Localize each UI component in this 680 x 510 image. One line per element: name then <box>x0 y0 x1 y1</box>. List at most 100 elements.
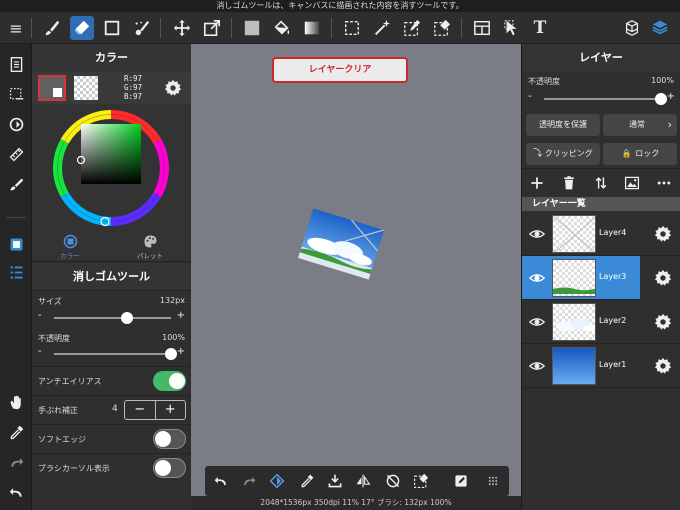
color-swatch-row: R:97 G:97 B:97 <box>32 72 191 104</box>
transparent-color-swatch[interactable] <box>74 76 98 100</box>
clear-selection-icon[interactable] <box>411 471 431 491</box>
selection-icon[interactable] <box>340 16 364 40</box>
visibility-eye-icon[interactable] <box>528 314 546 330</box>
color-wheel[interactable] <box>32 104 191 232</box>
more-options-icon[interactable] <box>655 174 673 192</box>
brush-cursor-toggle[interactable] <box>153 458 186 478</box>
add-image-icon[interactable] <box>623 174 641 192</box>
edit-icon[interactable] <box>451 471 471 491</box>
move-icon[interactable] <box>170 16 194 40</box>
canvas-area[interactable]: レイヤークリア 2048*1536px 350dpi 11% 17° ブラシ: … <box>191 44 521 510</box>
blend-mode-button[interactable]: 通常 › <box>603 114 677 136</box>
visibility-eye-icon[interactable] <box>528 358 546 374</box>
stabilizer-increase-button[interactable]: + <box>156 401 186 419</box>
canvas-artwork[interactable] <box>298 208 384 280</box>
size-increase-button[interactable]: + <box>177 310 185 321</box>
flip-horizontal-icon[interactable] <box>353 471 373 491</box>
tab-palette[interactable]: パレット <box>120 234 180 260</box>
tab-color-label: カラー <box>60 252 80 260</box>
reorder-layer-icon[interactable] <box>592 174 610 192</box>
antialias-toggle[interactable] <box>153 371 186 391</box>
redo-icon[interactable] <box>239 471 259 491</box>
layers-icon[interactable] <box>648 16 672 40</box>
add-layer-icon[interactable] <box>528 174 546 192</box>
layer-opacity-slider[interactable]: - + <box>528 91 675 105</box>
antialias-row: アンチエイリアス <box>32 366 191 395</box>
tool-properties-icon[interactable] <box>4 260 28 284</box>
save-icon[interactable] <box>325 471 345 491</box>
operation-icon[interactable] <box>500 16 524 40</box>
lock-button[interactable]: 🔒 ロック <box>603 143 677 165</box>
rotate-icon[interactable] <box>4 112 28 136</box>
undo-icon[interactable] <box>211 471 231 491</box>
gradient-icon[interactable] <box>300 16 324 40</box>
eraser-mode-icon[interactable] <box>267 471 287 491</box>
opacity-increase-button[interactable]: + <box>177 346 185 357</box>
stabilizer-value: 4 <box>112 404 118 414</box>
visibility-eye-icon[interactable] <box>528 226 546 242</box>
ruler-icon[interactable] <box>4 142 28 166</box>
color-tabs: カラー パレット <box>32 232 191 262</box>
layer-actions-bar <box>522 168 680 196</box>
layer-settings-gear-icon[interactable] <box>654 357 672 375</box>
layer-opacity-track <box>544 98 661 100</box>
color-wheel-area <box>32 104 191 232</box>
menu-icon[interactable]: ≡ <box>4 16 28 40</box>
layer-row-layer1[interactable]: Layer1 <box>522 344 680 388</box>
layer-clear-button[interactable]: レイヤークリア <box>272 57 408 83</box>
fill-color-icon[interactable] <box>240 16 264 40</box>
redo-icon[interactable] <box>4 450 28 474</box>
select-pen-icon[interactable] <box>400 16 424 40</box>
delete-layer-icon[interactable] <box>560 174 578 192</box>
lock-icon: 🔒 <box>621 149 632 158</box>
visibility-eye-icon[interactable] <box>528 270 546 286</box>
layer-opacity-value: 100% <box>651 76 674 85</box>
more-grid-icon[interactable] <box>483 471 503 491</box>
protect-alpha-button[interactable]: 透明度を保護 <box>526 114 600 136</box>
bucket-icon[interactable] <box>270 16 294 40</box>
layer-thumbnail <box>552 259 596 297</box>
eyedropper-icon[interactable] <box>4 420 28 444</box>
document-icon[interactable] <box>4 52 28 76</box>
eyedropper-icon[interactable] <box>297 471 317 491</box>
select-eraser-icon[interactable] <box>430 16 454 40</box>
rectangle-icon[interactable] <box>100 16 124 40</box>
material-icon[interactable] <box>620 16 644 40</box>
rotate-reset-icon[interactable] <box>383 471 403 491</box>
text-icon[interactable]: T <box>528 16 552 40</box>
magic-brush-icon[interactable] <box>130 16 154 40</box>
main-color-swatch[interactable] <box>38 75 66 101</box>
layer-name: Layer1 <box>599 360 627 369</box>
selection-list-icon[interactable] <box>4 82 28 106</box>
transform-icon[interactable] <box>200 16 224 40</box>
layer-settings-gear-icon[interactable] <box>654 225 672 243</box>
opacity-decrease-button[interactable]: - <box>38 346 42 357</box>
color-panel-icon[interactable] <box>4 232 28 256</box>
eraser-icon[interactable] <box>70 16 94 40</box>
opacity-slider-knob[interactable] <box>165 348 177 360</box>
soft-edge-toggle[interactable] <box>153 429 186 449</box>
size-decrease-button[interactable]: - <box>38 310 42 321</box>
layer-row-layer2[interactable]: Layer2 <box>522 300 680 344</box>
hand-icon[interactable] <box>4 390 28 414</box>
magic-wand-icon[interactable] <box>370 16 394 40</box>
rgb-g: G:97 <box>124 83 143 92</box>
frame-divider-icon[interactable] <box>470 16 494 40</box>
layer-row-layer4[interactable]: Layer4 <box>522 212 680 256</box>
tab-color[interactable]: カラー <box>40 234 100 260</box>
size-slider-knob[interactable] <box>120 312 133 324</box>
color-settings-gear-icon[interactable] <box>164 79 182 97</box>
opacity-slider[interactable]: - + <box>38 346 185 360</box>
size-slider[interactable]: - + <box>38 310 185 324</box>
layer-settings-gear-icon[interactable] <box>654 269 672 287</box>
brush-settings-icon[interactable] <box>4 172 28 196</box>
stabilizer-decrease-button[interactable]: − <box>125 401 156 419</box>
layer-opacity-decrease-button[interactable]: - <box>528 91 532 102</box>
layer-opacity-increase-button[interactable]: + <box>667 91 675 102</box>
layer-opacity-knob[interactable] <box>655 93 667 105</box>
clipping-button[interactable]: ⤵ クリッピング <box>526 143 600 165</box>
brush-icon[interactable] <box>40 16 64 40</box>
layer-row-layer3[interactable]: Layer3 <box>522 256 680 300</box>
layer-settings-gear-icon[interactable] <box>654 313 672 331</box>
undo-icon[interactable] <box>4 480 28 504</box>
